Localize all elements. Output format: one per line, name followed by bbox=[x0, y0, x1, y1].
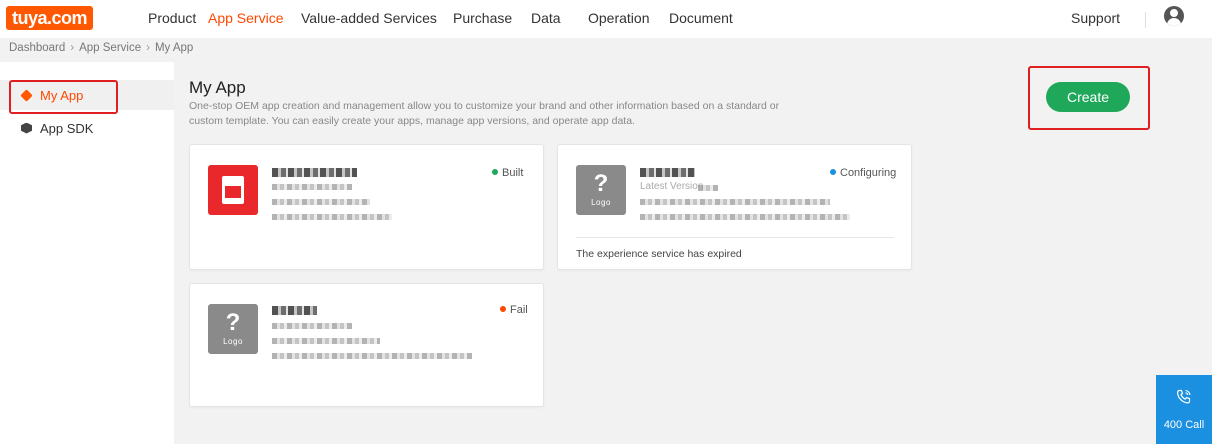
sidebar-item-label: App SDK bbox=[40, 120, 94, 136]
breadcrumb-my-app: My App bbox=[154, 42, 194, 54]
status-dot-icon bbox=[492, 169, 498, 175]
logo-label: Logo bbox=[223, 337, 243, 346]
app-name-blurred bbox=[272, 168, 357, 177]
app-detail-blurred bbox=[272, 199, 370, 205]
app-card[interactable]: ? Logo Fail bbox=[189, 283, 544, 407]
app-card[interactable]: Built bbox=[189, 144, 544, 270]
app-detail-blurred bbox=[272, 323, 352, 329]
version-blurred bbox=[698, 185, 718, 191]
nav-data[interactable]: Data bbox=[531, 10, 561, 26]
tuya-logo[interactable]: tuya.com bbox=[6, 6, 94, 30]
cube-icon bbox=[21, 122, 32, 134]
question-mark-icon: ? bbox=[225, 309, 241, 336]
nav-document[interactable]: Document bbox=[669, 10, 733, 26]
question-mark-icon: ? bbox=[593, 170, 609, 197]
app-detail-blurred bbox=[272, 338, 380, 344]
support-link[interactable]: Support bbox=[1071, 10, 1120, 26]
breadcrumb: Dashboard › App Service › My App bbox=[9, 42, 193, 54]
app-logo-placeholder: ? Logo bbox=[208, 304, 258, 354]
chevron-right-icon: › bbox=[70, 42, 75, 54]
app-detail-blurred bbox=[640, 214, 850, 220]
app-logo-placeholder: ? Logo bbox=[576, 165, 626, 215]
status-badge: Built bbox=[492, 167, 523, 179]
status-label: Built bbox=[502, 167, 524, 179]
expired-notice: The experience service has expired bbox=[576, 248, 742, 260]
status-dot-icon bbox=[500, 306, 506, 312]
status-badge: Configuring bbox=[830, 167, 896, 179]
top-navigation-bar: tuya.com Product App Service Value-added… bbox=[0, 0, 1212, 38]
highlight-box-create bbox=[1028, 66, 1150, 130]
sidebar-item-app-sdk[interactable]: App SDK bbox=[0, 113, 174, 143]
breadcrumb-app-service[interactable]: App Service bbox=[79, 42, 141, 54]
breadcrumb-dashboard[interactable]: Dashboard bbox=[9, 42, 65, 54]
page-description: One-stop OEM app creation and management… bbox=[189, 100, 780, 127]
card-divider bbox=[576, 237, 894, 238]
logo-label: Logo bbox=[591, 198, 611, 207]
latest-version-label: Latest Version bbox=[640, 181, 704, 192]
sidebar: My App App SDK bbox=[0, 62, 174, 444]
app-logo-red bbox=[208, 165, 258, 215]
status-badge: Fail bbox=[500, 304, 528, 316]
chevron-right-icon: › bbox=[146, 42, 150, 54]
nav-value-added-services[interactable]: Value-added Services bbox=[301, 10, 437, 26]
app-name-blurred bbox=[640, 168, 695, 177]
header-divider bbox=[1145, 12, 1146, 28]
app-card[interactable]: ? Logo Latest Version Configuring The ex… bbox=[557, 144, 912, 270]
call-widget[interactable]: 400 Call bbox=[1156, 375, 1212, 444]
nav-product[interactable]: Product bbox=[148, 10, 196, 26]
phone-call-icon bbox=[1176, 389, 1191, 404]
app-detail-blurred bbox=[272, 353, 472, 359]
nav-purchase[interactable]: Purchase bbox=[453, 10, 512, 26]
highlight-box-my-app bbox=[9, 80, 118, 114]
app-detail-blurred bbox=[272, 184, 352, 190]
page-title: My App bbox=[189, 78, 246, 97]
app-detail-blurred bbox=[640, 199, 830, 205]
app-detail-blurred bbox=[272, 214, 392, 220]
nav-operation[interactable]: Operation bbox=[588, 10, 649, 26]
status-dot-icon bbox=[830, 169, 836, 175]
user-avatar-icon[interactable] bbox=[1164, 6, 1184, 26]
status-label: Configuring bbox=[840, 167, 897, 179]
nav-app-service[interactable]: App Service bbox=[208, 10, 283, 26]
call-widget-label: 400 Call bbox=[1163, 419, 1205, 431]
app-name-blurred bbox=[272, 306, 317, 315]
status-label: Fail bbox=[510, 304, 528, 316]
